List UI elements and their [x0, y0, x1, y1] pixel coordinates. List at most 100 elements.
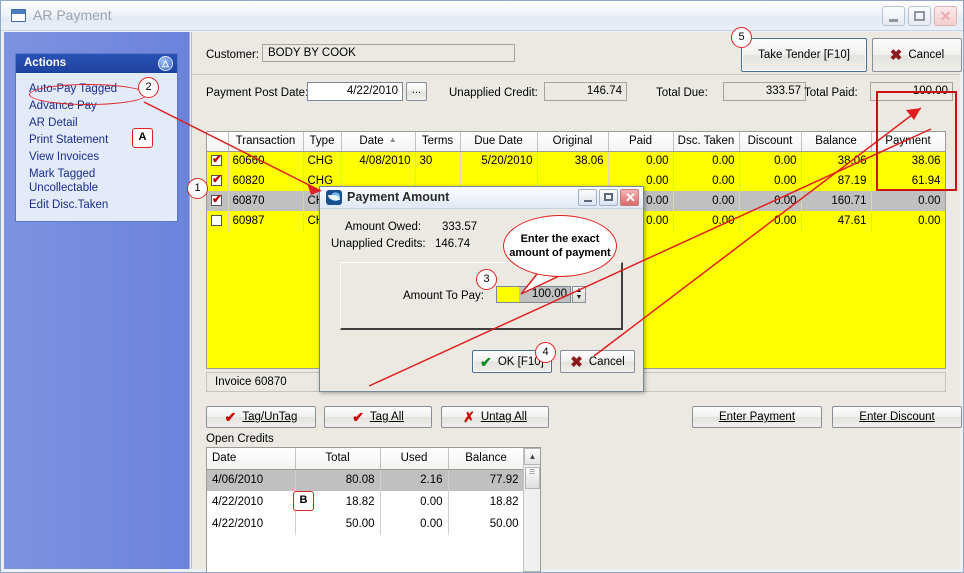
window-titlebar: AR Payment ✕ — [1, 1, 963, 31]
grid-col-original[interactable]: Original — [537, 132, 609, 152]
close-button[interactable]: ✕ — [934, 6, 957, 26]
list-item[interactable]: 4/22/2010 50.00 0.00 50.00 — [207, 513, 525, 535]
dialog-cancel-button[interactable]: ✖ Cancel — [560, 350, 635, 373]
open-credits-grid[interactable]: Date Total Used Balance 4/06/2010 80.08 … — [206, 447, 541, 572]
ok-button[interactable]: ✔ OK [F10] — [472, 350, 552, 373]
sidebar-item-view-invoices[interactable]: View Invoices — [16, 148, 177, 165]
grid-col-date[interactable]: Date ▲ — [341, 132, 416, 152]
oc-cell-balance: 18.82 — [448, 491, 525, 513]
oc-col-balance[interactable]: Balance — [448, 448, 525, 470]
grid-col-dsc-taken[interactable]: Dsc. Taken — [673, 132, 740, 152]
untag-all-label: Untag All — [480, 411, 527, 423]
check-icon: ✔ — [480, 353, 492, 370]
enter-payment-button[interactable]: Enter Payment — [692, 406, 822, 428]
customer-field[interactable]: BODY BY COOK — [262, 44, 515, 62]
enter-discount-label: Enter Discount — [859, 411, 935, 423]
untag-all-button[interactable]: ✗ Untag All — [441, 406, 549, 428]
actions-panel-title: Actions — [24, 57, 67, 69]
amount-owed-value: 333.57 — [442, 221, 478, 233]
amount-to-pay-input[interactable]: 100.00 — [496, 286, 571, 303]
oc-cell-used: 0.00 — [380, 513, 449, 535]
cancel-button[interactable]: ✖ Cancel — [872, 38, 962, 72]
take-tender-button[interactable]: Take Tender [F10] — [741, 38, 867, 72]
actions-sidebar: Actions △ Auto-Pay Tagged Advance Pay AR… — [4, 32, 190, 569]
total-paid-label: Total Paid: — [804, 87, 858, 99]
open-credits-scrollbar[interactable]: ▲ ▼ — [523, 448, 540, 572]
x-icon: ✖ — [570, 353, 583, 371]
dialog-body: Amount Owed: 333.57 Unapplied Credits: 1… — [320, 209, 643, 393]
grid-col-balance[interactable]: Balance — [801, 132, 872, 152]
table-row[interactable]: 60660 CHG 4/08/2010 30 5/20/2010 38.06 0… — [207, 151, 945, 171]
date-picker-button[interactable]: ... — [406, 82, 427, 101]
tag-untag-button[interactable]: ✔ Tag/UnTag — [206, 406, 316, 428]
payment-post-date-input[interactable]: 4/22/2010 — [307, 82, 403, 101]
chevron-up-icon[interactable]: △ — [158, 56, 173, 71]
row-tag-checkbox[interactable] — [207, 191, 229, 211]
amount-group-box: Amount To Pay: 100.00 ▲ ▼ — [340, 262, 623, 330]
dialog-titlebar: Payment Amount ✕ — [320, 187, 643, 209]
grid-col-type[interactable]: Type — [303, 132, 342, 152]
scrollbar-thumb[interactable] — [525, 466, 540, 489]
x-icon: ✖ — [889, 47, 903, 64]
list-item[interactable]: 4/22/2010 18.82 0.00 18.82 — [207, 491, 525, 513]
spinner-updown-icon[interactable]: ▲ ▼ — [572, 286, 586, 303]
oc-col-used[interactable]: Used — [380, 448, 449, 470]
unapplied-credit-label: Unapplied Credit: — [449, 87, 538, 99]
actions-panel-header: Actions △ — [16, 54, 177, 73]
dialog-minimize-button[interactable] — [578, 189, 597, 206]
row-tag-checkbox[interactable] — [207, 151, 229, 171]
cell-discount: 0.00 — [739, 191, 802, 211]
dialog-cancel-label: Cancel — [588, 355, 625, 368]
open-credits-header-row: Date Total Used Balance — [207, 448, 525, 470]
cell-transaction: 60870 — [228, 191, 304, 211]
enter-payment-label: Enter Payment — [718, 411, 796, 423]
sidebar-item-edit-disc-taken[interactable]: Edit Disc.Taken — [16, 196, 177, 213]
cell-balance: 160.71 — [801, 191, 872, 211]
unapplied-credit-value: 146.74 — [544, 82, 627, 101]
dialog-maximize-button[interactable] — [599, 189, 618, 206]
tag-all-label: Tag All — [369, 411, 404, 423]
total-paid-value: 100.00 — [870, 82, 953, 101]
grid-col-due-date[interactable]: Due Date — [460, 132, 538, 152]
oc-col-date[interactable]: Date — [207, 448, 296, 470]
sidebar-item-advance-pay[interactable]: Advance Pay — [16, 97, 177, 114]
open-credits-body: 4/06/2010 80.08 2.16 77.92 4/22/2010 18.… — [207, 469, 525, 535]
sidebar-item-auto-pay-tagged[interactable]: Auto-Pay Tagged — [16, 80, 177, 97]
grid-col-terms[interactable]: Terms — [415, 132, 461, 152]
cell-discount: 0.00 — [739, 151, 802, 171]
grid-col-payment[interactable]: Payment — [871, 132, 945, 152]
dialog-close-button[interactable]: ✕ — [620, 189, 639, 206]
sidebar-item-print-statement[interactable]: Print Statement — [16, 131, 177, 148]
maximize-button[interactable] — [908, 6, 931, 26]
window-title: AR Payment — [33, 7, 112, 23]
tag-untag-label: Tag/UnTag — [242, 411, 298, 423]
scroll-up-icon[interactable]: ▲ — [524, 448, 540, 465]
grid-col-discount[interactable]: Discount — [739, 132, 802, 152]
cell-payment: 0.00 — [871, 211, 945, 231]
payment-amount-dialog: Payment Amount ✕ Amount Owed: 333.57 Una… — [319, 186, 644, 392]
total-due-label: Total Due: — [656, 87, 708, 99]
row-tag-checkbox[interactable] — [207, 171, 229, 191]
row-tag-checkbox[interactable] — [207, 211, 229, 231]
window-controls: ✕ — [882, 6, 957, 26]
sidebar-item-ar-detail[interactable]: AR Detail — [16, 114, 177, 131]
grid-col-date-label: Date — [359, 135, 384, 148]
amount-to-pay-label: Amount To Pay: — [403, 290, 484, 302]
cell-dsc-taken: 0.00 — [673, 171, 740, 191]
payment-post-date-label: Payment Post Date: — [206, 87, 309, 99]
grid-col-transaction[interactable]: Transaction — [228, 132, 304, 152]
unapplied-credits-label: Unapplied Credits: — [331, 238, 426, 250]
cancel-label: Cancel — [908, 49, 945, 61]
oc-cell-date: 4/22/2010 — [207, 513, 296, 535]
minimize-button[interactable] — [882, 6, 905, 26]
list-item[interactable]: 4/06/2010 80.08 2.16 77.92 — [207, 469, 525, 491]
grid-col-paid[interactable]: Paid — [608, 132, 674, 152]
sidebar-item-mark-tagged-uncollectable[interactable]: Mark Tagged Uncollectable — [16, 165, 177, 196]
oc-cell-date: 4/22/2010 — [207, 491, 296, 513]
grid-header-row: Transaction Type Date ▲ Terms Due Date Or… — [207, 132, 945, 152]
tag-all-button[interactable]: ✔ Tag All — [324, 406, 432, 428]
enter-discount-button[interactable]: Enter Discount — [832, 406, 962, 428]
grid-col-tag[interactable] — [207, 132, 229, 152]
oc-col-total[interactable]: Total — [295, 448, 381, 470]
sort-ascending-icon: ▲ — [388, 135, 397, 145]
